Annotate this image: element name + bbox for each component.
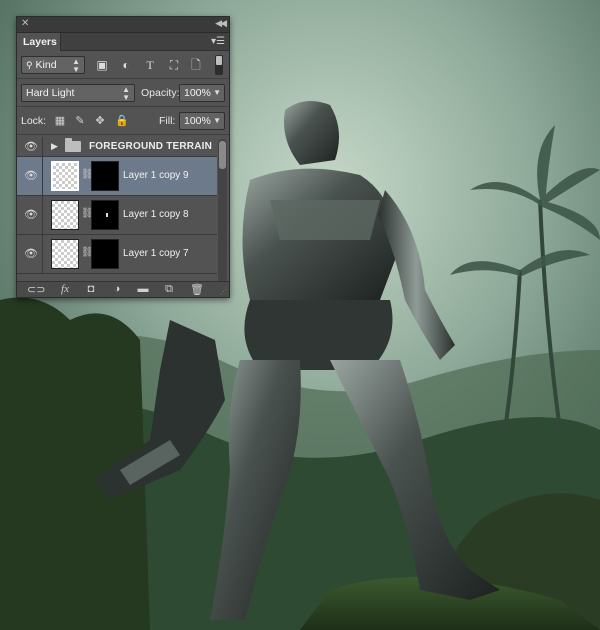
layers-list: 👁 ▶ FOREGROUND TERRAIN 👁 ⛓ Layer 1 copy … <box>17 137 217 287</box>
filter-row: ⚲ Kind ▲ ▼ ▣ ◐ T ⛶ 🗋 <box>17 51 229 79</box>
type-filter-icon[interactable]: T <box>141 56 159 74</box>
layer-name: Layer 1 copy 8 <box>123 209 189 220</box>
filter-kind-select[interactable]: ⚲ Kind ▲ ▼ <box>21 56 85 74</box>
collapse-panel-icon[interactable]: ◀◀ <box>215 18 227 29</box>
fill-value: 100% <box>184 115 211 127</box>
layer-name: Layer 1 copy 7 <box>123 248 189 259</box>
lock-row: Lock: ▦ ✎ ✥ 🔒 Fill: 100% ▼ <box>17 107 229 135</box>
resize-grip-icon[interactable]: ⋰ <box>220 288 227 296</box>
scrollbar-thumb[interactable] <box>219 141 226 169</box>
layer-thumbnail[interactable] <box>51 239 79 269</box>
fill-label: Fill: <box>159 115 176 127</box>
fx-icon[interactable]: fx <box>57 283 73 295</box>
layer-group-row[interactable]: 👁 ▶ FOREGROUND TERRAIN <box>17 137 217 157</box>
close-icon[interactable]: ✕ <box>21 18 29 29</box>
layer-name: Layer 1 copy 9 <box>123 170 189 181</box>
blend-row: Hard Light ▲ ▼ Opacity: 100% ▼ <box>17 79 229 107</box>
layer-mask-thumbnail[interactable] <box>91 200 119 230</box>
tab-layers[interactable]: Layers <box>17 33 61 51</box>
layers-bottom-toolbar: ⊂⊃ fx ◘ ◑ ▬ ⧉ 🗑 ⋰ <box>17 281 229 297</box>
eye-icon: 👁 <box>24 170 38 182</box>
chevron-down-icon[interactable]: ▼ <box>213 85 221 101</box>
filter-kind-label: Kind <box>35 59 57 71</box>
layer-mask-thumbnail[interactable] <box>91 161 119 191</box>
adjustment-filter-icon[interactable]: ◐ <box>117 56 135 74</box>
panel-titlebar: ✕ ◀◀ <box>17 17 229 33</box>
layer-mask-thumbnail[interactable] <box>91 239 119 269</box>
adjustment-layer-icon[interactable]: ◑ <box>109 283 125 295</box>
lock-transparent-icon[interactable]: ▦ <box>53 114 67 128</box>
smart-object-filter-icon[interactable]: 🗋 <box>187 56 205 74</box>
visibility-toggle[interactable]: 👁 <box>17 196 43 234</box>
layer-row[interactable]: 👁 ⛓ Layer 1 copy 8 <box>17 196 217 235</box>
panel-tab-row: Layers ▾☰ <box>17 33 229 51</box>
visibility-toggle[interactable]: 👁 <box>17 157 43 195</box>
panel-menu-icon[interactable]: ▾☰ <box>211 36 225 47</box>
lock-image-icon[interactable]: ✎ <box>73 114 87 128</box>
eye-icon: 👁 <box>24 140 38 153</box>
fill-field[interactable]: 100% ▼ <box>179 112 225 130</box>
eye-icon: 👁 <box>24 248 38 260</box>
link-layers-icon[interactable]: ⊂⊃ <box>27 283 45 296</box>
trash-icon[interactable]: 🗑 <box>189 283 205 296</box>
expand-arrow-icon[interactable]: ▶ <box>51 141 58 152</box>
visibility-toggle[interactable]: 👁 <box>17 137 43 156</box>
add-mask-icon[interactable]: ◘ <box>83 283 99 295</box>
layer-thumbnail[interactable] <box>51 161 79 191</box>
blend-mode-select[interactable]: Hard Light ▲ ▼ <box>21 84 135 102</box>
visibility-toggle[interactable]: 👁 <box>17 235 43 273</box>
layer-row[interactable]: 👁 ⛓ Layer 1 copy 9 <box>17 157 217 196</box>
chevron-down-icon[interactable]: ▼ <box>213 113 221 129</box>
select-arrows-icon: ▲ ▼ <box>72 57 80 74</box>
opacity-label: Opacity: <box>141 87 180 99</box>
layers-scrollbar[interactable] <box>218 139 227 287</box>
layer-name: FOREGROUND TERRAIN <box>89 141 213 152</box>
layer-thumbnail[interactable] <box>51 200 79 230</box>
image-filter-icon[interactable]: ▣ <box>93 56 111 74</box>
folder-icon <box>65 138 81 152</box>
new-layer-icon[interactable]: ⧉ <box>161 283 177 296</box>
opacity-value: 100% <box>184 87 211 99</box>
lock-label: Lock: <box>21 115 47 127</box>
layer-row[interactable]: 👁 ⛓ Layer 1 copy 7 <box>17 235 217 274</box>
search-icon: ⚲ <box>26 60 33 70</box>
opacity-field[interactable]: 100% ▼ <box>179 84 225 102</box>
layers-panel: ✕ ◀◀ Layers ▾☰ ⚲ Kind ▲ ▼ ▣ ◐ T ⛶ 🗋 Hard … <box>16 16 230 298</box>
blend-mode-value: Hard Light <box>26 87 75 99</box>
filter-toggle[interactable] <box>215 55 223 75</box>
new-group-icon[interactable]: ▬ <box>135 283 151 295</box>
lock-all-icon[interactable]: 🔒 <box>115 114 129 128</box>
shape-filter-icon[interactable]: ⛶ <box>165 56 183 74</box>
select-arrows-icon: ▲ ▼ <box>122 85 130 102</box>
lock-position-icon[interactable]: ✥ <box>93 114 107 128</box>
eye-icon: 👁 <box>24 209 38 221</box>
